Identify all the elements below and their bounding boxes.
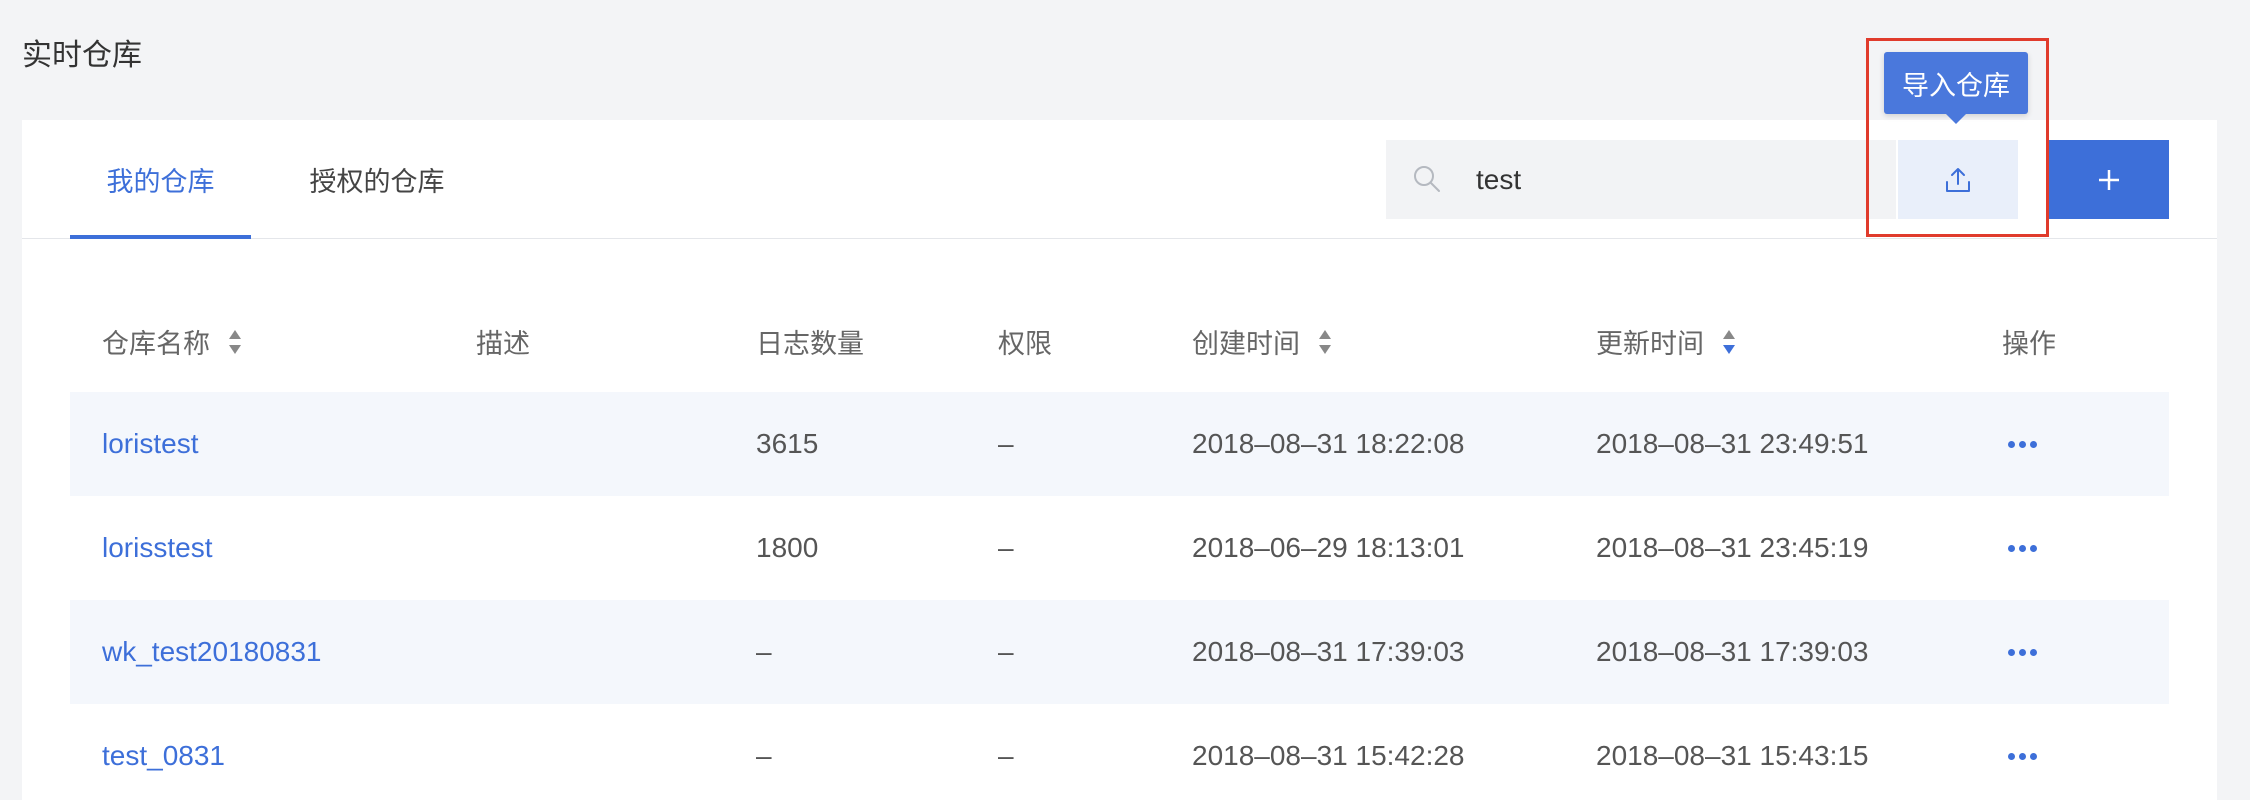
repository-name-link[interactable]: loristest <box>102 392 198 496</box>
permission-cell: – <box>998 636 1014 667</box>
created-time-cell: 2018–06–29 18:13:01 <box>1192 532 1465 563</box>
sort-desc-icon <box>1723 329 1735 354</box>
search-input[interactable] <box>1476 140 1876 219</box>
search-box[interactable] <box>1386 140 1896 219</box>
search-icon <box>1414 166 1440 192</box>
column-header-name[interactable]: 仓库名称 <box>102 322 242 361</box>
created-time-cell: 2018–08–31 17:39:03 <box>1192 636 1465 667</box>
log-count-cell: – <box>756 636 772 667</box>
column-header-count: 日志数量 <box>756 329 864 360</box>
column-header-label: 创建时间 <box>1192 329 1300 360</box>
tooltip-arrow <box>1946 114 1966 124</box>
plus-icon <box>2098 169 2119 190</box>
column-header-desc: 描述 <box>476 329 530 360</box>
permission-cell: – <box>998 532 1014 563</box>
log-count-cell: – <box>756 740 772 771</box>
updated-time-cell: 2018–08–31 23:45:19 <box>1596 532 1869 563</box>
repository-name-link[interactable]: test_0831 <box>102 704 225 800</box>
more-actions-icon[interactable] <box>2002 600 2042 704</box>
repository-name-link[interactable]: lorisstest <box>102 496 212 600</box>
table-row: wk_test20180831 – – 2018–08–31 17:39:03 … <box>70 600 2169 704</box>
page-title: 实时仓库 <box>22 38 142 73</box>
table-row: lorisstest 1800 – 2018–06–29 18:13:01 20… <box>70 496 2169 600</box>
import-tooltip: 导入仓库 <box>1884 52 2028 114</box>
column-header-created[interactable]: 创建时间 <box>1192 322 1332 361</box>
tab-my-repositories[interactable]: 我的仓库 <box>70 120 251 239</box>
upload-icon <box>1946 167 1970 192</box>
permission-cell: – <box>998 740 1014 771</box>
column-header-permission: 权限 <box>998 329 1052 360</box>
repository-name-link[interactable]: wk_test20180831 <box>102 600 322 704</box>
column-header-label: 更新时间 <box>1596 329 1704 360</box>
more-actions-icon[interactable] <box>2002 704 2042 800</box>
log-count-cell: 1800 <box>756 532 819 563</box>
tab-authorized-repositories[interactable]: 授权的仓库 <box>272 120 482 239</box>
sort-icon <box>1319 329 1331 354</box>
active-tab-indicator <box>70 235 251 239</box>
more-actions-icon[interactable] <box>2002 496 2042 600</box>
more-actions-icon[interactable] <box>2002 392 2042 496</box>
log-count-cell: 3615 <box>756 428 819 459</box>
column-header-label: 仓库名称 <box>102 329 210 360</box>
created-time-cell: 2018–08–31 18:22:08 <box>1192 428 1465 459</box>
table-row: loristest 3615 – 2018–08–31 18:22:08 201… <box>70 392 2169 496</box>
permission-cell: – <box>998 428 1014 459</box>
table-row: test_0831 – – 2018–08–31 15:42:28 2018–0… <box>70 704 2169 800</box>
sort-icon <box>229 329 241 354</box>
created-time-cell: 2018–08–31 15:42:28 <box>1192 740 1465 771</box>
tabs-bar: 我的仓库 授权的仓库 <box>22 120 2217 239</box>
add-repository-button[interactable] <box>2048 140 2169 219</box>
updated-time-cell: 2018–08–31 23:49:51 <box>1596 428 1869 459</box>
column-header-actions: 操作 <box>2002 329 2056 360</box>
updated-time-cell: 2018–08–31 17:39:03 <box>1596 636 1869 667</box>
column-header-updated[interactable]: 更新时间 <box>1596 322 1736 361</box>
import-repository-button[interactable] <box>1898 140 2018 219</box>
updated-time-cell: 2018–08–31 15:43:15 <box>1596 740 1869 771</box>
